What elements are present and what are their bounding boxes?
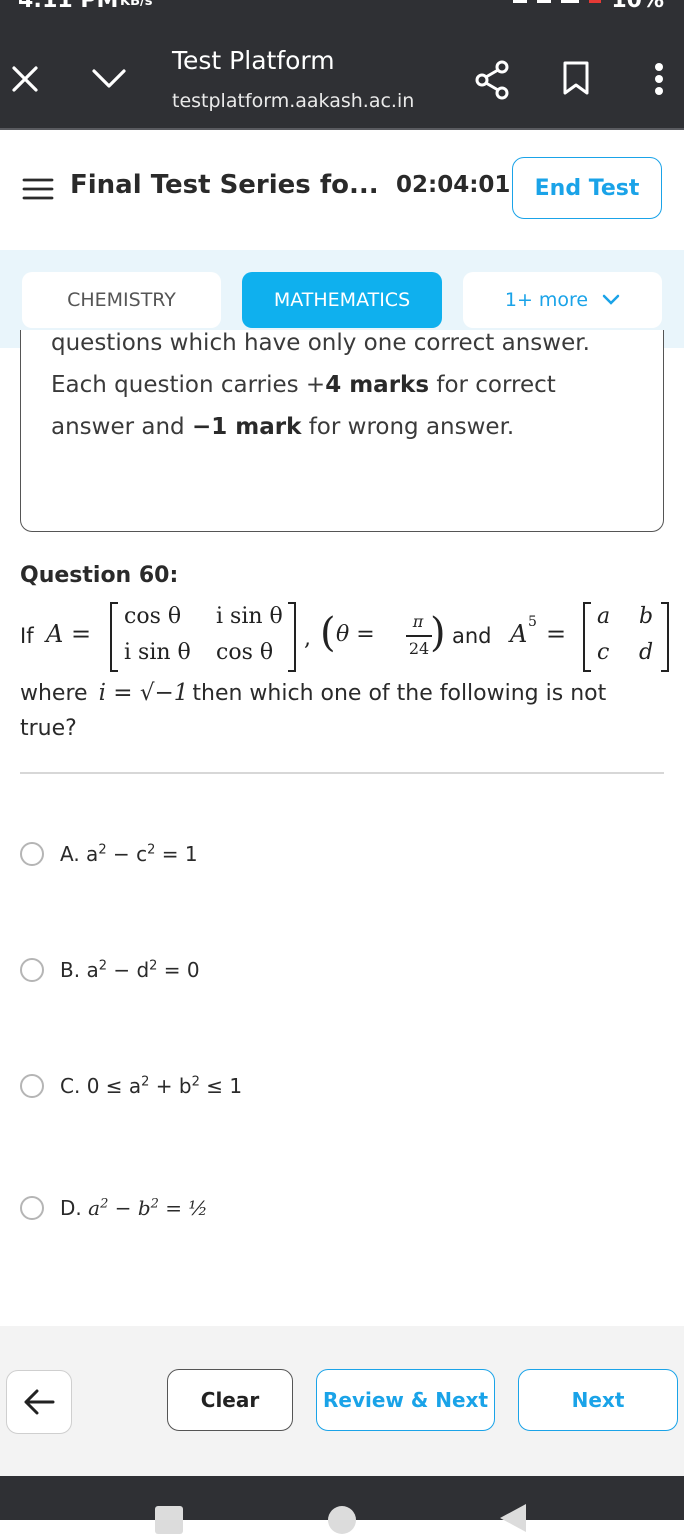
matrix-b-cell: d bbox=[639, 640, 654, 665]
status-icons: 10% bbox=[513, 0, 664, 13]
end-test-button[interactable]: End Test bbox=[512, 157, 662, 219]
question-number: Question 60: bbox=[20, 563, 179, 588]
signal-icon bbox=[561, 0, 580, 3]
action-bar: Clear Review & Next Next bbox=[0, 1326, 684, 1476]
tab-more-label: 1+ more bbox=[504, 289, 589, 311]
option-letter: A. bbox=[60, 842, 80, 866]
system-nav-bar bbox=[0, 1476, 684, 1534]
matrix-b-cell: a bbox=[597, 604, 611, 629]
option-letter: D. bbox=[60, 1196, 82, 1220]
radio-icon[interactable] bbox=[20, 1074, 44, 1098]
question-text-cont: where i = √−1 then which one of the follo… bbox=[20, 676, 660, 746]
matrix-b-cell: c bbox=[597, 640, 610, 665]
chevron-down-icon bbox=[602, 294, 620, 305]
matrix-a-cell: cos θ bbox=[124, 604, 182, 629]
instructions-bold2: −1 mark bbox=[191, 414, 302, 440]
option-b-text: B. a2 − d2 = 0 bbox=[60, 958, 200, 982]
arrow-left-icon bbox=[24, 1389, 55, 1415]
matrix-a-cell: i sin θ bbox=[216, 604, 283, 629]
option-b[interactable]: B. a2 − d2 = 0 bbox=[20, 958, 200, 982]
recents-icon[interactable] bbox=[155, 1506, 183, 1534]
and-text: and bbox=[452, 624, 492, 648]
option-a[interactable]: A. a2 − c2 = 1 bbox=[20, 842, 198, 866]
option-c-text: C. 0 ≤ a2 + b2 ≤ 1 bbox=[60, 1074, 243, 1098]
instructions-text: questions which have only one correct an… bbox=[51, 330, 631, 448]
matrix-b: a b c d bbox=[583, 602, 669, 672]
instructions-part3: for wrong answer. bbox=[301, 414, 515, 440]
question-prefix: If bbox=[20, 624, 34, 648]
test-name: Final Test Series fo... bbox=[70, 170, 379, 200]
instructions-bold1: 4 marks bbox=[325, 372, 430, 398]
close-icon[interactable] bbox=[10, 64, 40, 94]
tab-chemistry[interactable]: CHEMISTRY bbox=[22, 272, 221, 328]
equals-sign: = bbox=[546, 620, 567, 648]
page-url[interactable]: testplatform.aakash.ac.in bbox=[172, 90, 414, 112]
test-header: Final Test Series fo... 02:04:01 End Tes… bbox=[0, 130, 684, 250]
a5-exponent: 5 bbox=[528, 614, 537, 630]
status-time: 4:11 PM bbox=[18, 0, 119, 13]
a5-label: A bbox=[510, 620, 528, 648]
share-icon[interactable] bbox=[474, 60, 510, 100]
battery-icon bbox=[589, 0, 602, 3]
tab-mathematics[interactable]: MATHEMATICS bbox=[242, 272, 442, 328]
instructions-box: questions which have only one correct an… bbox=[20, 330, 664, 532]
option-letter: C. bbox=[60, 1074, 81, 1098]
chevron-down-icon[interactable] bbox=[90, 66, 128, 90]
matrix-a-label: A = bbox=[46, 620, 92, 648]
back-nav-icon[interactable] bbox=[500, 1504, 526, 1532]
battery-percent: 10% bbox=[611, 0, 664, 13]
more-vert-icon[interactable] bbox=[652, 62, 666, 96]
clear-button[interactable]: Clear bbox=[167, 1369, 293, 1431]
matrix-a-cell: i sin θ bbox=[124, 640, 191, 665]
page-title: Test Platform bbox=[172, 46, 335, 75]
wifi-icon bbox=[537, 0, 552, 3]
matrix-a: cos θ i sin θ i sin θ cos θ bbox=[110, 602, 296, 672]
home-icon[interactable] bbox=[328, 1506, 356, 1534]
browser-toolbar: 4:11 PM KB/s 10% Test Platform testplatf… bbox=[0, 0, 684, 128]
i-definition: i = √−1 bbox=[98, 680, 189, 706]
status-speed: KB/s bbox=[120, 0, 153, 9]
next-button[interactable]: Next bbox=[518, 1369, 678, 1431]
radio-icon[interactable] bbox=[20, 842, 44, 866]
radio-icon[interactable] bbox=[20, 958, 44, 982]
question-divider bbox=[20, 772, 664, 774]
sim-icon bbox=[513, 0, 528, 3]
radio-icon[interactable] bbox=[20, 1196, 44, 1220]
bookmark-icon[interactable] bbox=[562, 60, 590, 96]
theta-num: π bbox=[412, 612, 424, 631]
menu-icon[interactable] bbox=[22, 177, 54, 201]
question-text: If A = cos θ i sin θ i sin θ cos θ , ( θ… bbox=[20, 600, 670, 676]
back-button[interactable] bbox=[6, 1370, 72, 1434]
theta-text: θ = bbox=[336, 622, 375, 647]
review-next-button[interactable]: Review & Next bbox=[316, 1369, 495, 1431]
option-d[interactable]: D. a2 − b2 = ½ bbox=[20, 1196, 208, 1220]
where-text: where bbox=[20, 681, 88, 706]
option-a-text: A. a2 − c2 = 1 bbox=[60, 842, 198, 866]
option-d-text: D. a2 − b2 = ½ bbox=[60, 1196, 208, 1220]
tab-more[interactable]: 1+ more bbox=[463, 272, 662, 328]
countdown-timer: 02:04:01 bbox=[396, 172, 511, 198]
matrix-a-cell: cos θ bbox=[216, 640, 274, 665]
option-c[interactable]: C. 0 ≤ a2 + b2 ≤ 1 bbox=[20, 1074, 242, 1098]
option-letter: B. bbox=[60, 958, 81, 982]
matrix-b-cell: b bbox=[639, 604, 654, 629]
